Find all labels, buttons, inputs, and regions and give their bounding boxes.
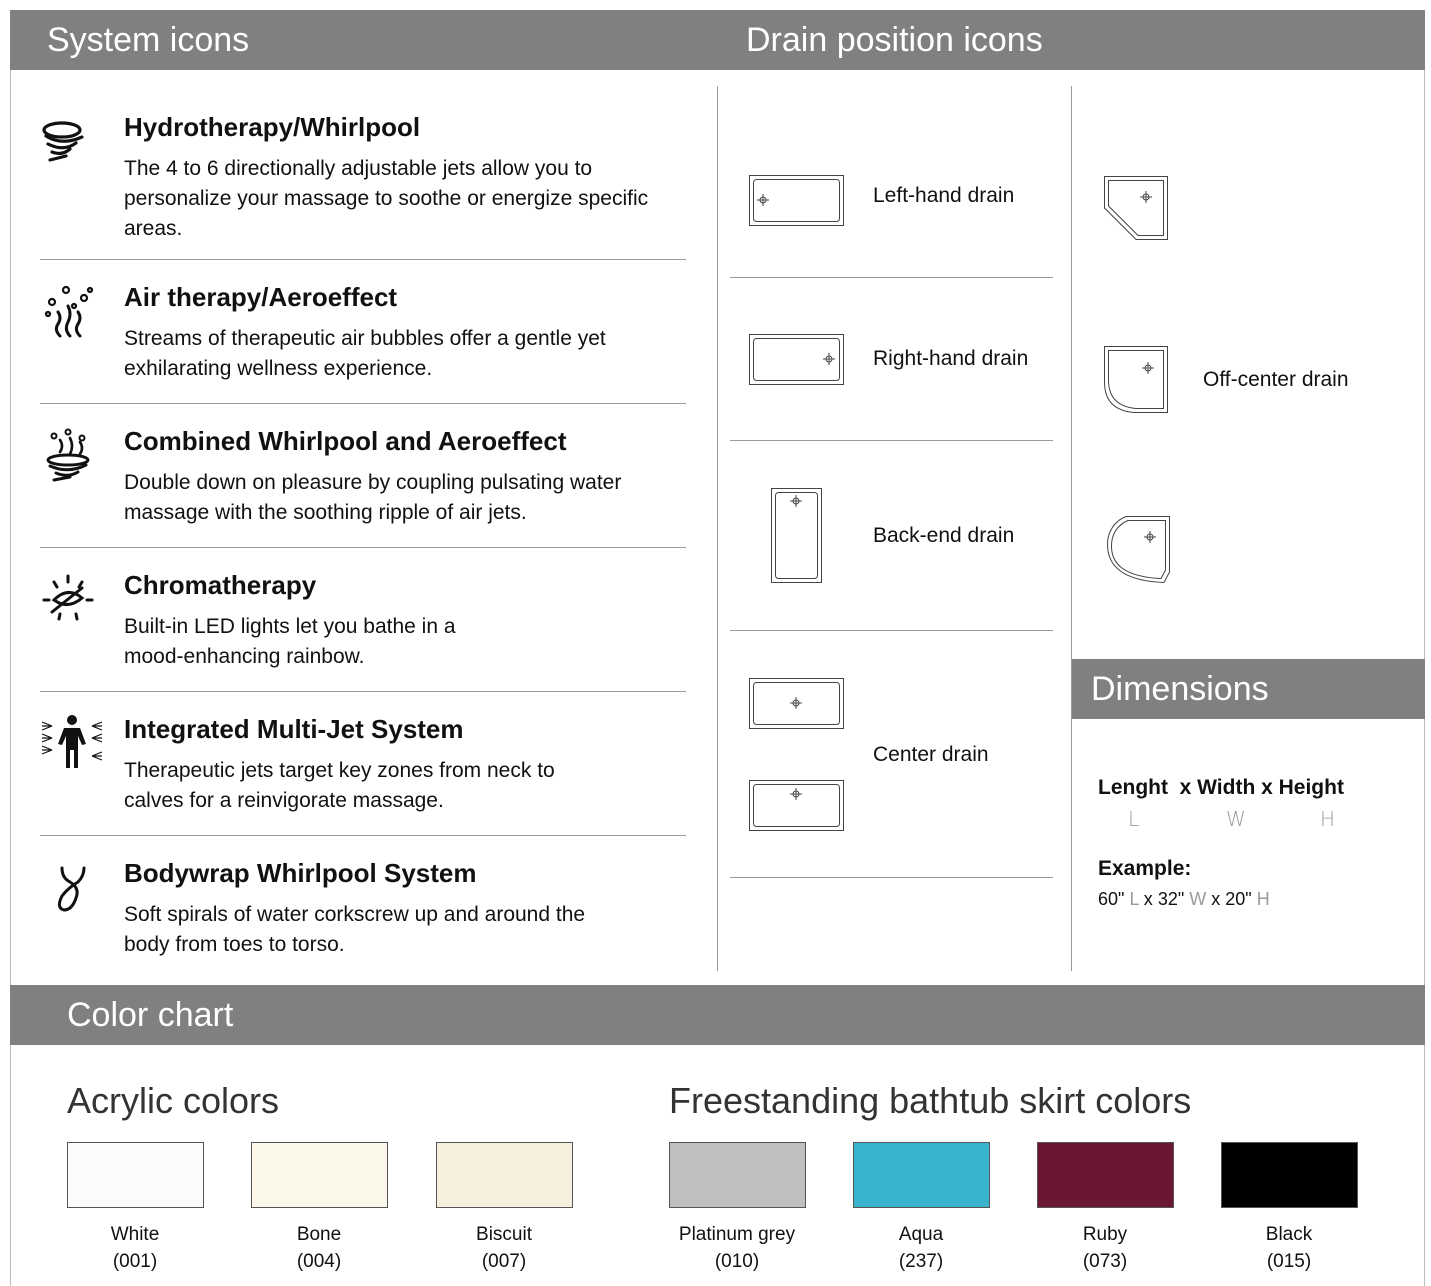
- drain-corner-rounded-icon: [1104, 346, 1170, 414]
- drain-icons-header: Drain position icons: [718, 10, 1425, 70]
- color-swatch: [436, 1142, 573, 1208]
- dimension-letter-l: L: [1128, 807, 1140, 831]
- color-swatch: [67, 1142, 204, 1208]
- color-name: Black: [1265, 1224, 1313, 1245]
- system-description: Therapeutic jets target key zones from n…: [124, 759, 555, 812]
- acrylic-colors-title: Acrylic colors: [67, 1080, 280, 1121]
- drain-center-icon: [749, 678, 845, 730]
- drain-label-off-center: Off-center drain: [1203, 368, 1349, 391]
- skirt-colors-title: Freestanding bathtub skirt colors: [669, 1080, 1192, 1121]
- light-icon: [40, 572, 100, 632]
- example-w: W: [1189, 889, 1207, 909]
- color-code: (015): [1266, 1251, 1312, 1272]
- system-description: Built-in LED lights let you bathe in a m…: [124, 615, 456, 668]
- color-swatch: [669, 1142, 806, 1208]
- color-swatch: [853, 1142, 990, 1208]
- dimensions-title: Dimensions: [1091, 670, 1269, 708]
- color-code: (001): [112, 1251, 158, 1272]
- divider: [40, 259, 686, 260]
- system-description: The 4 to 6 directionally adjustable jets…: [124, 157, 649, 240]
- drain-label-center: Center drain: [873, 743, 989, 766]
- system-title: Hydrotherapy/Whirlpool: [124, 112, 421, 142]
- divider: [730, 877, 1053, 878]
- example-value: 60" L x 32" W x 20" H: [1098, 889, 1270, 910]
- example-l: L: [1129, 889, 1139, 909]
- whirlpool-icon: [40, 118, 100, 178]
- divider: [40, 403, 686, 404]
- dimension-letter-h: H: [1320, 807, 1336, 831]
- example-width: 32": [1157, 889, 1185, 909]
- color-name: Platinum grey: [678, 1224, 796, 1245]
- system-icons-header: System icons: [10, 10, 718, 70]
- drain-corner-curved-icon: [1102, 516, 1172, 584]
- divider: [730, 277, 1053, 278]
- divider: [730, 630, 1053, 631]
- example-length: 60": [1098, 889, 1125, 909]
- system-icons-title: System icons: [47, 21, 250, 59]
- system-title: Chromatherapy: [124, 570, 317, 600]
- drain-label-back: Back-end drain: [873, 524, 1015, 547]
- column-divider: [717, 86, 718, 971]
- drain-back-icon: [771, 488, 823, 584]
- drain-label-left: Left-hand drain: [873, 184, 1015, 207]
- color-chart-title: Color chart: [67, 996, 234, 1034]
- color-name: Bone: [296, 1224, 342, 1245]
- system-title: Bodywrap Whirlpool System: [124, 858, 477, 888]
- drain-icons-title: Drain position icons: [746, 21, 1043, 59]
- example-x: x: [1211, 889, 1221, 909]
- dimensions-formula: Lenght x Width x Height: [1098, 776, 1344, 799]
- drain-center-alt-icon: [749, 780, 845, 832]
- bodywrap-spiral-icon: [40, 864, 100, 924]
- system-title: Integrated Multi-Jet System: [124, 714, 464, 744]
- drain-label-right: Right-hand drain: [873, 347, 1029, 370]
- divider: [730, 440, 1053, 441]
- color-code: (004): [296, 1251, 342, 1272]
- drain-right-icon: [749, 334, 845, 386]
- color-code: (010): [714, 1251, 760, 1272]
- combined-icon: [40, 428, 100, 488]
- color-code: (237): [898, 1251, 944, 1272]
- system-description: Streams of therapeutic air bubbles offer…: [124, 327, 606, 380]
- system-title: Air therapy/Aeroeffect: [124, 282, 398, 312]
- color-code: (007): [481, 1251, 527, 1272]
- system-description: Soft spirals of water corkscrew up and a…: [124, 903, 586, 956]
- multi-jet-person-icon: [40, 714, 103, 774]
- system-title: Combined Whirlpool and Aeroeffect: [124, 426, 567, 456]
- color-swatch: [1221, 1142, 1358, 1208]
- dimension-letter-w: W: [1226, 807, 1246, 831]
- divider: [40, 547, 686, 548]
- color-code: (073): [1082, 1251, 1128, 1272]
- column-divider: [1071, 86, 1072, 971]
- divider: [40, 691, 686, 692]
- color-swatch: [1037, 1142, 1174, 1208]
- color-swatch: [251, 1142, 388, 1208]
- system-description: Double down on pleasure by coupling puls…: [124, 471, 622, 524]
- color-name: Aqua: [898, 1224, 944, 1245]
- air-bubbles-icon: [40, 284, 100, 344]
- color-name: White: [110, 1224, 160, 1245]
- color-name: Biscuit: [476, 1224, 532, 1245]
- color-name: Ruby: [1082, 1224, 1128, 1245]
- dimensions-header: Dimensions: [1072, 659, 1425, 719]
- drain-corner-angled-icon: [1104, 176, 1170, 242]
- example-x: x: [1143, 889, 1153, 909]
- color-chart-header: Color chart: [10, 985, 1425, 1045]
- drain-left-icon: [749, 175, 845, 227]
- example-h: H: [1256, 889, 1270, 909]
- example-height: 20": [1225, 889, 1252, 909]
- divider: [40, 835, 686, 836]
- example-label: Example:: [1098, 857, 1192, 880]
